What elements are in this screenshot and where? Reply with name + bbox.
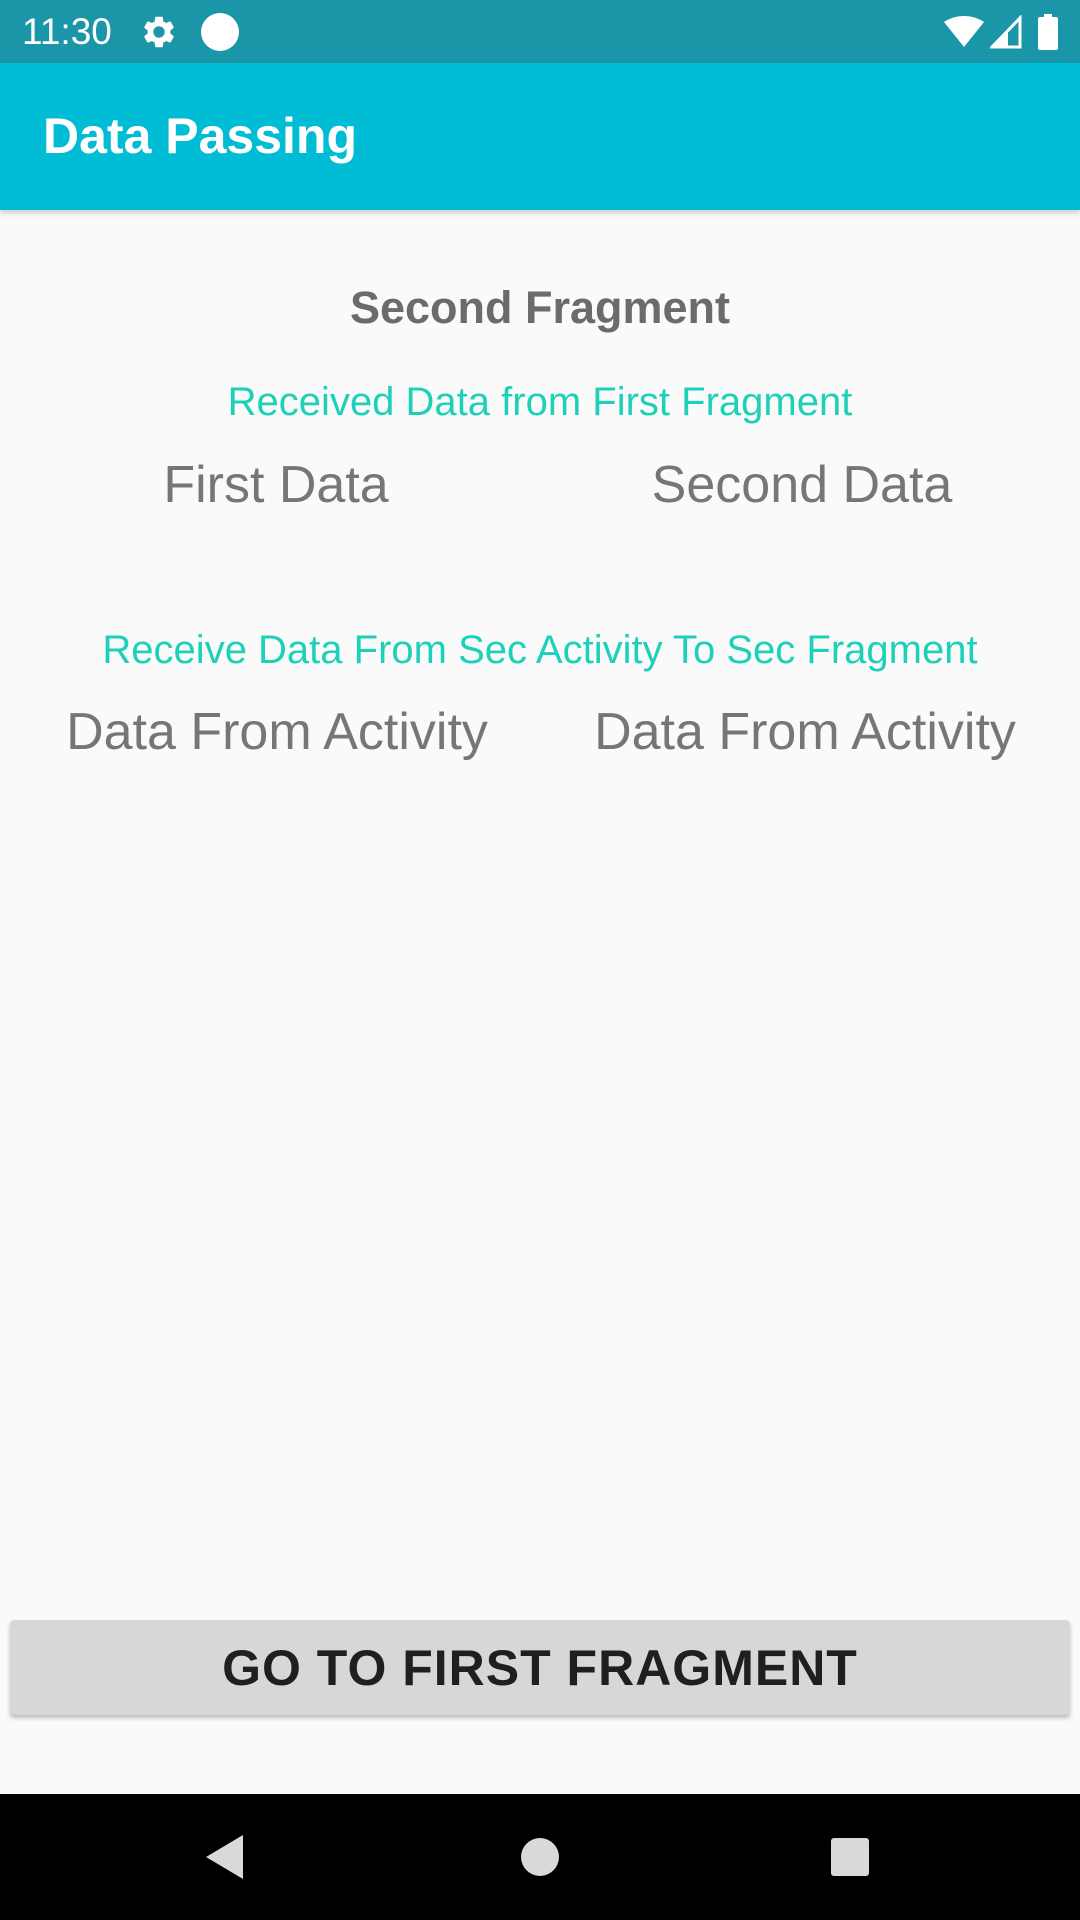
received-data-label: Received Data from First Fragment: [227, 380, 853, 424]
activity-data-text-1: Data From Activity: [66, 703, 488, 761]
go-to-first-fragment-button[interactable]: GO TO FIRST FRAGMENT: [10, 1620, 1070, 1715]
app-bar: Data Passing: [0, 63, 1080, 210]
back-icon[interactable]: [175, 1794, 275, 1920]
gear-icon: [140, 0, 178, 63]
first-data-text: First Data: [163, 456, 389, 514]
status-time: 11:30: [22, 11, 112, 52]
screen: 11:30 Data Passing Second Fragment Recei…: [0, 0, 1080, 1920]
home-icon[interactable]: [490, 1794, 590, 1920]
second-data-text: Second Data: [651, 456, 953, 514]
battery-icon: [1038, 0, 1058, 63]
section-title: Second Fragment: [349, 282, 731, 333]
circle-icon: [200, 0, 240, 63]
navigation-bar: [0, 1794, 1080, 1920]
wifi-icon: [944, 0, 984, 63]
signal-icon: [990, 0, 1022, 63]
receive-data-label: Receive Data From Sec Activity To Sec Fr…: [102, 628, 978, 672]
status-bar: 11:30: [0, 0, 1080, 63]
recents-icon[interactable]: [800, 1794, 900, 1920]
activity-data-text-2: Data From Activity: [594, 703, 1016, 761]
app-title: Data Passing: [43, 108, 358, 164]
